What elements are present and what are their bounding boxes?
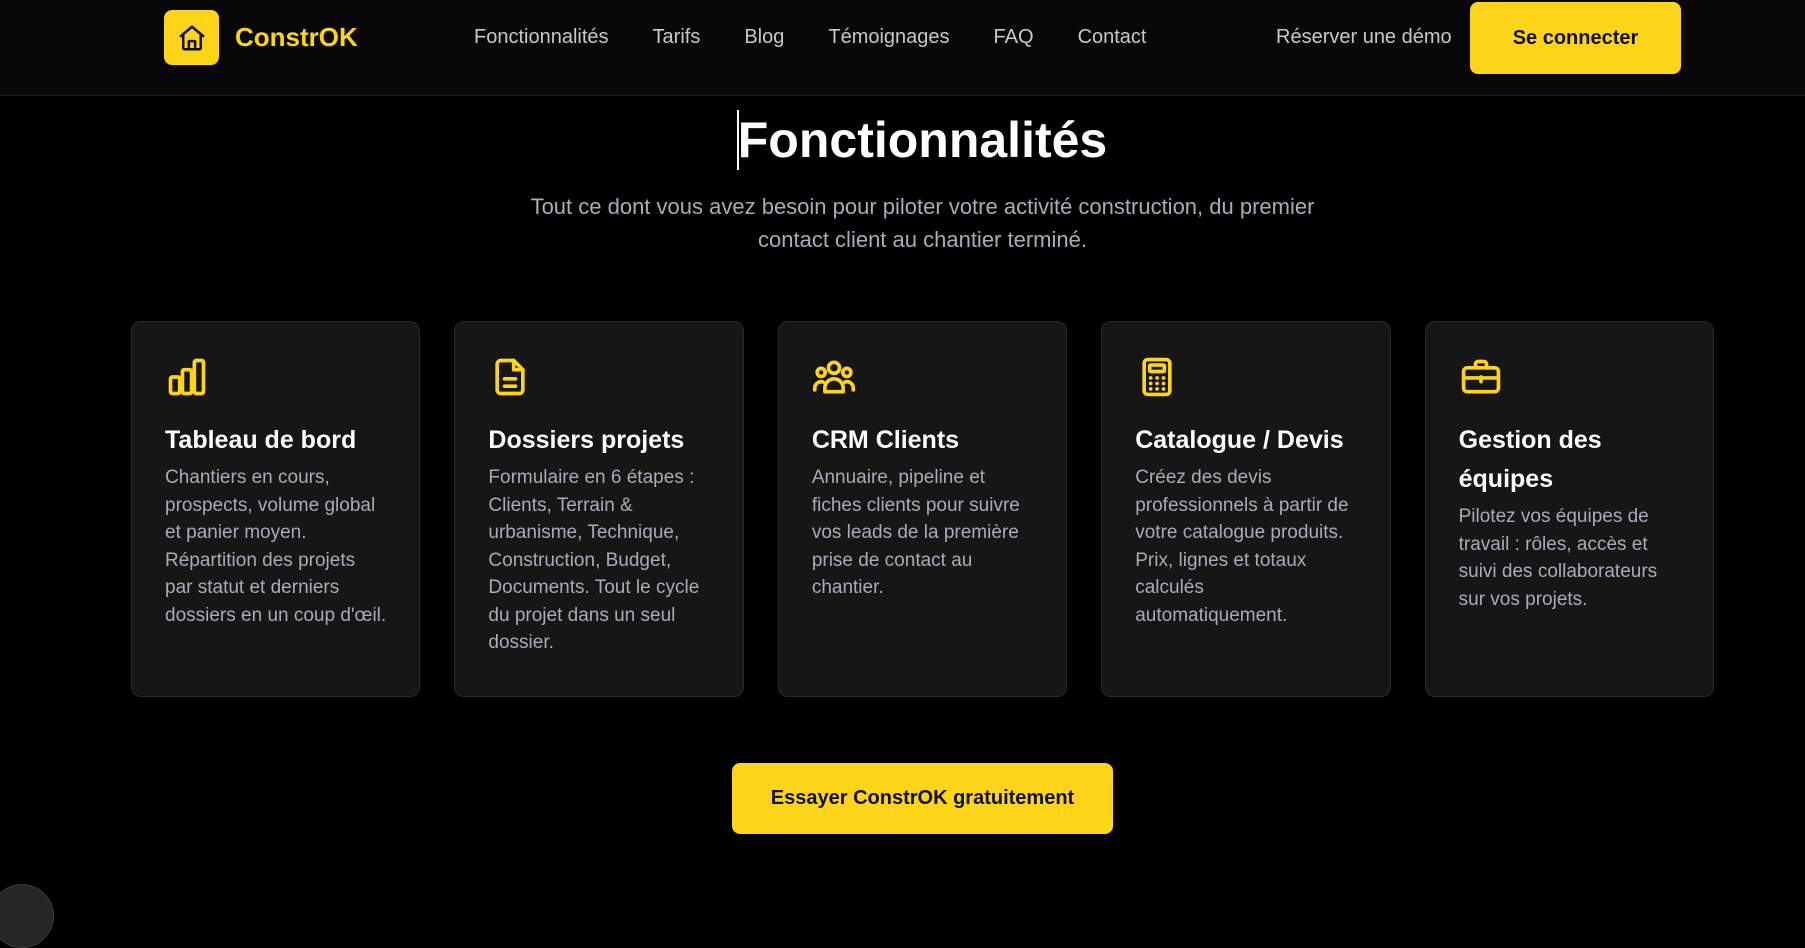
feature-card-catalogue: Catalogue / Devis Créez des devis profes… xyxy=(1101,321,1391,697)
text-cursor xyxy=(737,110,739,170)
nav-link-tarifs[interactable]: Tarifs xyxy=(653,24,701,50)
feature-title: Tableau de bord xyxy=(165,426,357,454)
subtitle-line-2: contact client au chantier terminé. xyxy=(758,227,1087,252)
main-nav: Fonctionnalités Tarifs Blog Témoignages … xyxy=(474,24,1191,50)
try-free-button[interactable]: Essayer ConstrOK gratuitement xyxy=(732,763,1113,834)
page-title: Fonctionnalités xyxy=(737,112,1108,168)
feature-title: CRM Clients xyxy=(811,426,960,454)
feature-description: Pilotez vos équipes de travail : rôles, … xyxy=(1458,506,1658,610)
feature-description: Annuaire, pipeline et fiches clients pou… xyxy=(811,467,1020,598)
feature-description: Créez des devis professionnels à partir … xyxy=(1135,467,1349,626)
feature-card-projects: Dossiers projets Formulaire en 6 étapes … xyxy=(454,321,744,697)
feature-title: Dossiers projets xyxy=(488,426,685,454)
page-subtitle: Tout ce dont vous avez besoin pour pilot… xyxy=(0,190,1805,256)
nav-link-contact[interactable]: Contact xyxy=(1078,24,1147,50)
nav-link-faq[interactable]: FAQ xyxy=(994,24,1034,50)
chat-widget-button[interactable] xyxy=(0,884,54,948)
top-navbar: ConstrOK Fonctionnalités Tarifs Blog Tém… xyxy=(0,0,1805,96)
feature-card-crm: CRM Clients Annuaire, pipeline et fiches… xyxy=(777,321,1068,697)
feature-title: Gestion des équipes xyxy=(1458,426,1602,493)
brand-logo-link[interactable]: ConstrOK xyxy=(164,10,358,65)
nav-link-blog[interactable]: Blog xyxy=(744,24,784,50)
subtitle-line-1: Tout ce dont vous avez besoin pour pilot… xyxy=(530,194,1315,219)
brand-name: ConstrOK xyxy=(235,22,358,52)
feature-title: Catalogue / Devis xyxy=(1135,426,1344,454)
calculator-icon xyxy=(1142,357,1172,397)
book-demo-link[interactable]: Réserver une démo xyxy=(1276,24,1452,50)
file-icon xyxy=(495,358,526,396)
feature-description: Chantiers en cours, prospects, volume gl… xyxy=(165,467,387,626)
login-button[interactable]: Se connecter xyxy=(1470,2,1681,74)
feature-card-dashboard: Tableau de bord Chantiers en cours, pros… xyxy=(131,321,421,697)
features-grid: Tableau de bord Chantiers en cours, pros… xyxy=(131,321,1715,697)
home-icon xyxy=(164,10,219,65)
bar-chart-icon xyxy=(168,358,206,396)
nav-link-temoignages[interactable]: Témoignages xyxy=(828,24,949,50)
feature-card-teams: Gestion des équipes Pilotez vos équipes … xyxy=(1424,321,1715,697)
users-icon xyxy=(812,360,855,394)
feature-description: Formulaire en 6 étapes : Clients, Terrai… xyxy=(488,467,700,653)
nav-link-fonctionnalites[interactable]: Fonctionnalités xyxy=(474,24,609,50)
briefcase-icon xyxy=(1461,359,1500,394)
